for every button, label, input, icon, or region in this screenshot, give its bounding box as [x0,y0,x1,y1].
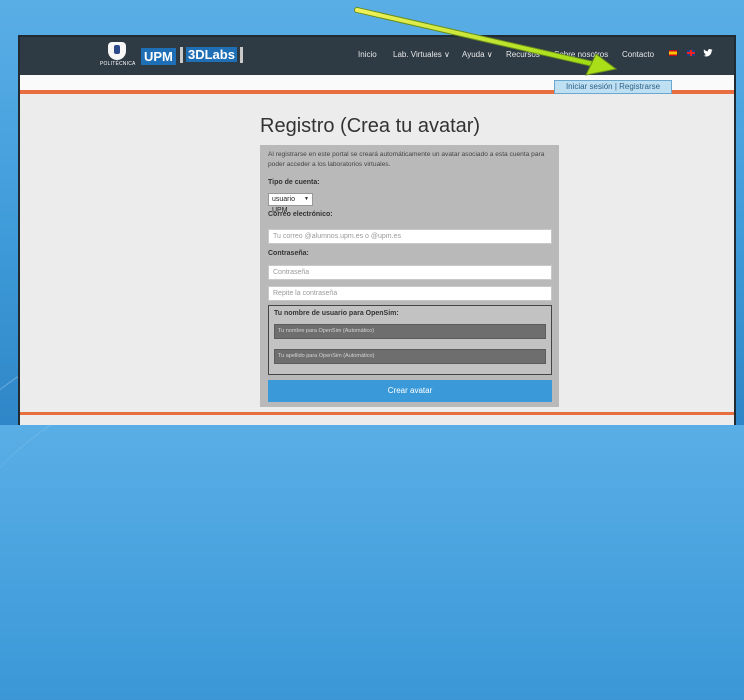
logo-3dlabs: 3DLabs [180,47,243,63]
account-type-select[interactable]: usuario UPM ▼ [268,193,313,214]
login-register-button[interactable]: Iniciar sesión | Registrarse [554,80,672,94]
password-label: Contraseña: [268,250,309,257]
opensim-section: Tu nombre de usuario para OpenSim: Tu no… [268,305,552,375]
footer-divider [20,412,734,415]
nav-recursos[interactable]: Recursos [506,50,540,59]
logo-caption: POLITÉCNICA [100,61,136,67]
logo-3dlabs-text: 3DLabs [186,47,237,62]
opensim-label: Tu nombre de usuario para OpenSim: [274,310,399,317]
email-label: Correo electrónico: [268,211,333,218]
nav-lab-virtuales[interactable]: Lab. Virtuales ∨ [393,50,450,59]
email-field[interactable]: Tu correo @alumnos.upm.es o @upm.es [268,229,552,244]
flag-es-icon[interactable] [669,50,677,56]
nav-inicio[interactable]: Inicio [358,50,377,59]
upm-shield-icon [108,42,126,60]
page-title: Registro (Crea tu avatar) [260,115,481,137]
nav-contacto[interactable]: Contacto [622,50,654,59]
create-avatar-button[interactable]: Crear avatar [268,380,552,402]
password-field[interactable]: Contraseña [268,265,552,280]
opensim-first-name-field[interactable]: Tu nombre para OpenSim (Automático) [274,324,546,339]
browser-window: POLITÉCNICA UPM 3DLabs Inicio Lab. Virtu… [18,35,736,425]
password-repeat-field[interactable]: Repite la contraseña [268,286,552,301]
registration-form: Al registrarse en este portal se creará … [260,145,559,407]
chevron-down-icon: ▼ [304,196,309,202]
account-type-label: Tipo de cuenta: [268,179,320,186]
nav-sobre-nosotros[interactable]: Sobre nosotros [554,50,608,59]
opensim-last-name-field[interactable]: Tu apellido para OpenSim (Automático) [274,349,546,364]
flag-uk-icon[interactable] [687,50,695,56]
nav-ayuda[interactable]: Ayuda ∨ [462,50,493,59]
form-intro: Al registrarse en este portal se creará … [268,151,545,168]
top-navbar: POLITÉCNICA UPM 3DLabs Inicio Lab. Virtu… [20,37,734,75]
logo-upm-text: UPM [141,48,176,65]
twitter-icon[interactable] [703,48,713,58]
